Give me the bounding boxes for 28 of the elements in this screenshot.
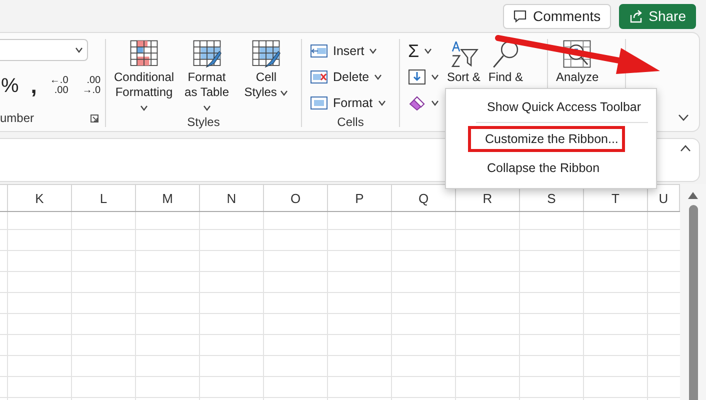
column-header[interactable]: O [264,185,328,211]
column-header[interactable]: M [136,185,200,211]
comma-style-button[interactable]: , [28,73,40,99]
share-button[interactable]: Share [618,4,696,28]
delete-button[interactable]: Delete [308,65,393,89]
decimal-decrease-button[interactable]: .00 →.0 [78,74,105,98]
column-header[interactable]: K [8,185,72,211]
menu-item[interactable]: Collapse the Ribbon [446,155,656,181]
percent-button[interactable]: % [0,73,22,99]
column-header[interactable]: P [328,185,392,211]
menu-item[interactable]: Customize the Ribbon... [468,126,626,152]
group-label: Styles [187,115,220,129]
comments-button[interactable]: Comments [502,4,611,28]
format-button[interactable]: Format [308,91,393,115]
group-label: Cells [337,115,364,129]
styles-button[interactable]: Cell Styles [238,39,295,100]
sort-button[interactable]: Sort & [445,39,482,85]
column-header[interactable]: N [200,185,264,211]
insert-button[interactable]: Insert [308,39,393,63]
decimal-increase-button[interactable]: ←.0 .00 [46,74,72,98]
column-header[interactable]: L [72,185,136,211]
analyze-button[interactable]: Analyze [554,39,601,85]
menu-item[interactable]: Show Quick Access Toolbar [446,94,656,120]
group-label: umber [0,111,34,125]
autosum-button[interactable]: Σ [406,39,441,63]
conditional-button[interactable]: Conditional Formatting [112,39,176,115]
table-button[interactable]: Format as Table [178,39,236,115]
find-button[interactable]: Find & [486,39,526,85]
